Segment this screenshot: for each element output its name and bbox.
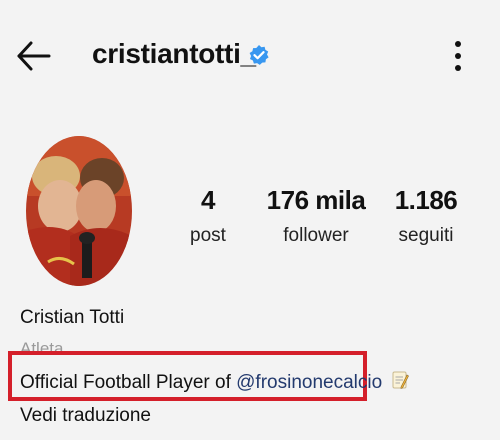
posts-label: post xyxy=(190,225,226,246)
profile-username: cristiantotti_ xyxy=(92,38,256,69)
following-stat[interactable]: 1.186 seguiti xyxy=(386,184,466,248)
back-button[interactable] xyxy=(12,36,56,76)
more-options-button[interactable] xyxy=(446,38,470,76)
followers-count: 176 mila xyxy=(266,185,366,215)
memo-icon xyxy=(391,370,410,396)
profile-bio: Official Football Player of @frosinoneca… xyxy=(20,370,410,396)
profile-photo xyxy=(26,136,132,286)
following-label: seguiti xyxy=(398,225,454,246)
profile-header: cristiantotti_ xyxy=(0,28,500,84)
posts-count: 4 xyxy=(201,185,215,215)
posts-stat[interactable]: 4 post xyxy=(178,184,238,248)
see-translation-link[interactable]: Vedi traduzione xyxy=(20,405,151,427)
verified-badge-icon xyxy=(248,44,270,66)
followers-label: follower xyxy=(283,225,349,246)
following-count: 1.186 xyxy=(394,185,458,215)
bio-mention-link[interactable]: @frosinonecalcio xyxy=(236,372,382,393)
arrow-left-icon xyxy=(17,41,51,71)
bio-text: Official Football Player of xyxy=(20,372,237,393)
more-vertical-icon xyxy=(455,41,461,71)
profile-avatar[interactable] xyxy=(26,136,132,286)
profile-full-name: Cristian Totti xyxy=(20,307,125,328)
followers-stat[interactable]: 176 mila follower xyxy=(264,184,368,248)
